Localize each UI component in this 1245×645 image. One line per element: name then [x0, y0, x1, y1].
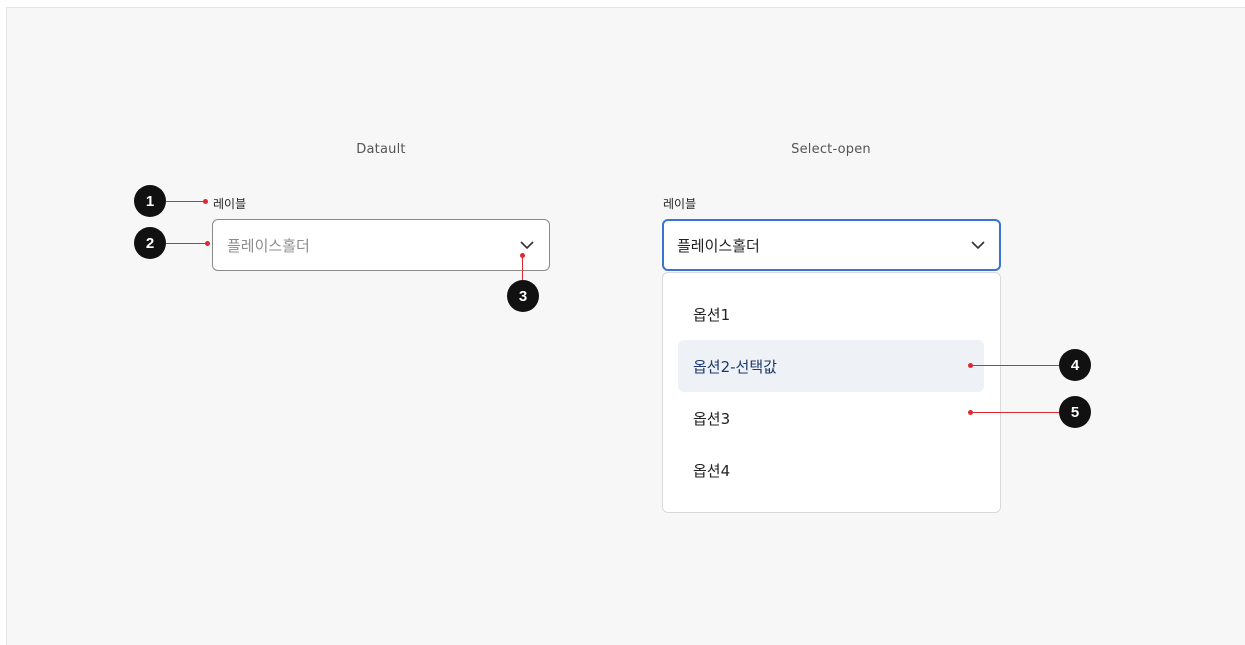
default-field-label: 레이블 [213, 197, 247, 211]
open-field-label: 레이블 [663, 197, 697, 211]
dropdown-option[interactable]: 옵션3 [678, 392, 984, 444]
annotation-dot-1 [203, 199, 208, 204]
annotation-badge-1: 1 [134, 185, 166, 217]
dropdown-option-selected[interactable]: 옵션2-선택값 [678, 340, 984, 392]
annotation-badge-5: 5 [1059, 396, 1091, 428]
annotation-line-4 [970, 365, 1060, 366]
annotation-line-5 [970, 412, 1060, 413]
annotation-line-1 [166, 201, 204, 202]
annotation-dot-2 [205, 241, 210, 246]
annotation-line-2 [166, 243, 206, 244]
annotation-line-3 [522, 255, 523, 280]
dropdown-option[interactable]: 옵션1 [678, 288, 984, 340]
open-select[interactable]: 플레이스홀더 [662, 219, 1001, 271]
section-title-default: Datault [356, 142, 406, 157]
chevron-down-icon[interactable] [970, 237, 986, 253]
annotation-badge-3: 3 [507, 280, 539, 312]
canvas [6, 7, 1245, 645]
open-select-value: 플레이스홀더 [677, 236, 760, 255]
chevron-down-icon[interactable] [519, 237, 535, 253]
dropdown-option[interactable]: 옵션4 [678, 444, 984, 496]
default-select-placeholder: 플레이스홀더 [227, 236, 310, 255]
annotation-badge-2: 2 [134, 227, 166, 259]
default-select[interactable]: 플레이스홀더 [212, 219, 550, 271]
annotation-badge-4: 4 [1059, 349, 1091, 381]
section-title-open: Select-open [791, 142, 871, 157]
dropdown-menu: 옵션1 옵션2-선택값 옵션3 옵션4 [662, 272, 1001, 513]
